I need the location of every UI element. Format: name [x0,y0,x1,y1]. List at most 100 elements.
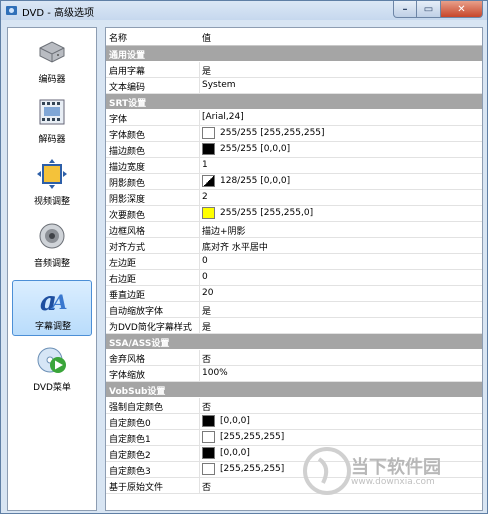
property-value[interactable]: 1 [202,160,208,170]
close-button[interactable]: ✕ [441,1,483,18]
color-swatch[interactable] [202,207,215,219]
column-divider [199,398,200,414]
property-row[interactable]: 自定颜色1 [255,255,255] [106,430,482,446]
property-value[interactable]: System [202,80,236,90]
property-row[interactable]: 描边颜色 255/255 [0,0,0] [106,142,482,158]
property-value[interactable]: 0 [202,256,208,266]
sidebar-item-video-adjust[interactable]: 视频调整 [12,156,92,212]
property-value[interactable]: 20 [202,288,213,298]
property-row[interactable]: 描边宽度 1 [106,158,482,174]
property-value[interactable]: 否 [202,352,211,365]
section-header[interactable]: 通用设置 [106,46,482,61]
property-name: 阴影深度 [109,195,146,205]
property-row[interactable]: 字体 [Arial,24] [106,110,482,126]
property-row[interactable]: 为DVD简化字幕样式是 [106,318,482,334]
color-swatch[interactable] [202,463,215,475]
title-bar: DVD - 高级选项 – ▭ ✕ [1,1,487,20]
property-value[interactable]: 2 [202,192,208,202]
section-header[interactable]: VobSub设置 [106,382,482,397]
property-value[interactable]: 否 [202,400,211,413]
property-value[interactable]: 是 [202,304,211,317]
property-row[interactable]: 字体缩放 100% [106,366,482,382]
property-value[interactable]: 是 [202,320,211,333]
hard-drive-icon [39,41,65,63]
column-divider [199,270,200,286]
color-swatch[interactable] [202,431,215,443]
column-divider [199,302,200,318]
property-value[interactable]: 0 [202,272,208,282]
column-divider [199,446,200,462]
column-header-value: 值 [202,34,212,44]
sidebar-item-dvd-menu[interactable]: DVD菜单 [12,342,92,398]
property-value[interactable]: 128/255 [0,0,0] [220,176,290,186]
sidebar-item-subtitle-adjust[interactable]: a A 字幕调整 [12,280,92,336]
property-value[interactable]: [Arial,24] [202,112,244,122]
property-value[interactable]: 255/255 [255,255,0] [220,208,313,218]
sidebar-item-label: 音频调整 [33,259,70,269]
section-title: SSA/ASS设置 [109,339,170,349]
property-value[interactable]: 255/255 [0,0,0] [220,144,290,154]
property-row[interactable]: 阴影颜色 128/255 [0,0,0] [106,174,482,190]
maximize-button[interactable]: ▭ [417,1,441,18]
property-row[interactable]: 字体颜色 255/255 [255,255,255] [106,126,482,142]
column-divider [199,174,200,190]
property-row[interactable]: 右边距 0 [106,270,482,286]
sidebar-item-label: 解码器 [38,135,66,145]
column-divider [199,286,200,302]
maximize-icon: ▭ [423,3,434,15]
property-name: 字体缩放 [109,371,146,381]
property-value[interactable]: 底对齐 水平居中 [202,240,268,253]
property-row[interactable]: 文本编码 System [106,78,482,94]
property-row[interactable]: 左边距 0 [106,254,482,270]
property-value[interactable]: 否 [202,480,211,493]
property-row[interactable]: 边框风格 描边+阴影 [106,222,482,238]
property-name: 启用字幕 [109,67,146,77]
property-row[interactable]: 垂直边距 20 [106,286,482,302]
property-row[interactable]: 阴影深度 2 [106,190,482,206]
property-value[interactable]: 描边+阴影 [202,224,246,237]
property-name: 文本编码 [109,83,146,93]
sidebar-item-encoder[interactable]: 编码器 [12,34,92,90]
property-row[interactable]: 次要颜色 255/255 [255,255,0] [106,206,482,222]
property-row[interactable]: 自定颜色0 [0,0,0] [106,414,482,430]
property-name: 右边距 [109,275,137,285]
property-row[interactable]: 舍弃风格 否 [106,350,482,366]
property-name: 强制自定颜色 [109,403,164,413]
property-value[interactable]: 是 [202,64,211,77]
property-value[interactable]: [0,0,0] [220,448,250,458]
subtitle-letter-icon: a A [40,287,68,315]
property-value[interactable]: [255,255,255] [220,432,284,442]
property-name: 自定颜色3 [109,467,151,477]
close-icon: ✕ [457,3,466,15]
property-name: 自定颜色0 [109,419,151,429]
section-header[interactable]: SSA/ASS设置 [106,334,482,349]
column-divider [199,414,200,430]
property-value[interactable]: 255/255 [255,255,255] [220,128,325,138]
property-row[interactable]: 强制自定颜色 否 [106,398,482,414]
svg-text:A: A [50,290,68,314]
color-swatch[interactable] [202,127,215,139]
property-name: 描边颜色 [109,147,146,157]
sidebar-item-label: DVD菜单 [33,383,71,393]
property-value[interactable]: [255,255,255] [220,464,284,474]
minimize-button[interactable]: – [393,1,417,18]
color-swatch[interactable] [202,447,215,459]
sidebar-item-decoder[interactable]: 解码器 [12,94,92,150]
property-value[interactable]: [0,0,0] [220,416,250,426]
section-header[interactable]: SRT设置 [106,94,482,109]
property-grid: 名称 值 通用设置 启用字幕是文本编码 System SRT设置 字体 [Arial,24… [105,27,483,511]
color-swatch[interactable] [202,415,215,427]
column-divider [199,318,200,334]
property-value[interactable]: 100% [202,368,228,378]
sidebar-item-audio-adjust[interactable]: 音频调整 [12,218,92,274]
property-name: 阴影颜色 [109,179,146,189]
property-row[interactable]: 启用字幕 是 [106,62,482,78]
property-row[interactable]: 自动缩放字体 是 [106,302,482,318]
color-swatch[interactable] [202,143,215,155]
sidebar-item-label: 视频调整 [33,197,70,207]
column-divider [199,350,200,366]
property-name: 字体 [109,115,128,125]
video-frame-icon [37,159,67,189]
property-row[interactable]: 对齐方式 底对齐 水平居中 [106,238,482,254]
color-swatch[interactable] [202,175,215,187]
